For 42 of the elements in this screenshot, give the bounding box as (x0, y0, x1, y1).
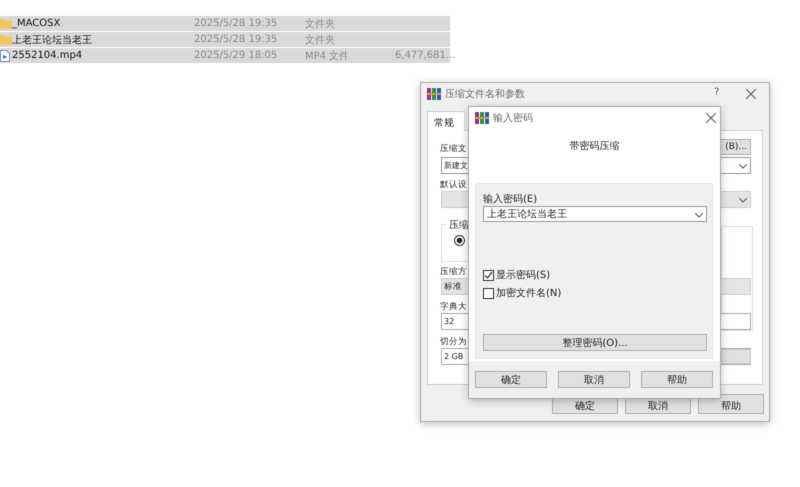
close-icon[interactable] (746, 89, 756, 99)
modified-date: 2025/5/29 18:05 (194, 50, 278, 61)
chevron-down-icon[interactable] (739, 164, 747, 169)
chevron-down-icon[interactable] (695, 213, 703, 218)
field-label: 切分为 (440, 336, 467, 348)
dialog-heading: 带密码压缩 (568, 140, 620, 153)
window-title: 压缩文件名和参数 (445, 88, 525, 101)
field-label: 字典大 (440, 301, 467, 313)
help-button[interactable]: ? (714, 87, 720, 98)
field-label: 默认设 (440, 179, 467, 191)
folder-icon (0, 34, 12, 45)
modified-date: 2025/5/28 19:35 (194, 34, 278, 45)
field-label: 输入密码(E) (483, 192, 538, 206)
file-row[interactable]: 上老王论坛当老王 2025/5/28 19:35 文件夹 (0, 32, 450, 47)
close-icon[interactable] (706, 113, 716, 123)
window-title: 输入密码 (493, 112, 533, 125)
dialog-button[interactable]: 确定 (475, 371, 547, 388)
file-row[interactable]: _MACOSX 2025/5/28 19:35 文件夹 (0, 16, 450, 31)
password-field[interactable]: 上老王论坛当老王 (483, 206, 707, 222)
books-icon (427, 88, 441, 100)
dialog-button[interactable]: 帮助 (698, 394, 764, 414)
file-size: 6,477,681... (395, 50, 456, 61)
file-name: 上老王论坛当老王 (12, 34, 92, 46)
checkbox-label: 加密文件名(N) (496, 286, 562, 300)
field-label: 压缩方 (440, 266, 467, 278)
checkbox[interactable] (483, 270, 494, 280)
books-icon (475, 112, 489, 124)
tab[interactable]: 常规 (427, 111, 465, 131)
file-type: MP4 文件 (305, 50, 350, 62)
modified-date: 2025/5/28 19:35 (194, 18, 278, 29)
folder-icon (0, 18, 12, 29)
dialog-button[interactable]: 帮助 (641, 371, 713, 388)
chevron-down-icon[interactable] (739, 198, 747, 203)
file-type: 文件夹 (305, 34, 335, 46)
file-type: 文件夹 (305, 18, 335, 30)
checkbox-label: 显示密码(S) (496, 268, 550, 282)
dialog-button[interactable]: 取消 (558, 371, 630, 388)
organize-passwords-button[interactable]: 整理密码(O)... (483, 334, 707, 351)
field-label: 压缩文 (440, 143, 467, 155)
file-name: 2552104.mp4 (12, 50, 82, 61)
checkbox[interactable] (483, 288, 494, 298)
file-name: _MACOSX (12, 18, 60, 29)
